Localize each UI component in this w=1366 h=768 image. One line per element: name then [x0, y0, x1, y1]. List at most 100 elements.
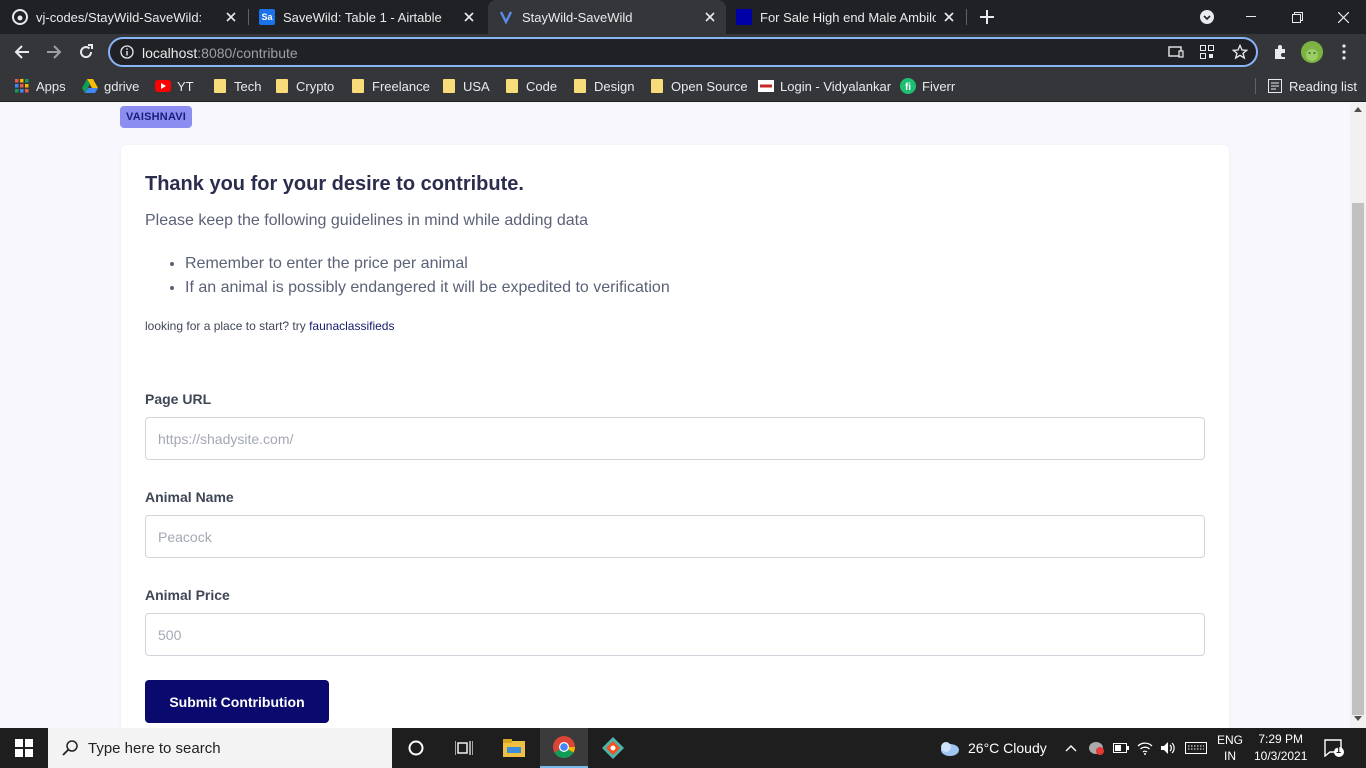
- user-badge[interactable]: VAISHNAVI: [120, 106, 193, 128]
- back-icon[interactable]: [8, 38, 36, 66]
- battery-icon[interactable]: [1113, 728, 1129, 768]
- bookmarks-bar: Apps gdrive YT Tech Crypto Freelance USA…: [0, 70, 1366, 102]
- tab-strip: vj-codes/StayWild-SaveWild: My Sa SaveWi…: [0, 0, 1366, 34]
- tab-search-icon[interactable]: [1193, 3, 1221, 31]
- address-bar[interactable]: localhost:8080/contribute: [108, 37, 1258, 67]
- windows-start-icon[interactable]: [0, 728, 48, 768]
- restore-icon[interactable]: [1274, 0, 1320, 34]
- folder-icon: [276, 79, 288, 93]
- page-url-input[interactable]: [145, 417, 1205, 460]
- keyboard-icon[interactable]: [1185, 728, 1207, 768]
- close-tab-icon[interactable]: [223, 9, 239, 25]
- hint-text: looking for a place to start? try: [145, 319, 310, 333]
- google-drive-icon: [82, 78, 98, 94]
- tab-staywild[interactable]: StayWild-SaveWild: [488, 0, 726, 34]
- bookmark-usa[interactable]: USA: [441, 76, 490, 96]
- close-window-icon[interactable]: [1320, 0, 1366, 34]
- qr-code-icon[interactable]: [1200, 45, 1214, 59]
- language-indicator[interactable]: ENG IN: [1217, 728, 1243, 768]
- page-title: Thank you for your desire to contribute.: [145, 173, 524, 195]
- clock-date: 10/3/2021: [1254, 749, 1308, 763]
- bookmark-tech[interactable]: Tech: [212, 76, 261, 96]
- new-tab-icon[interactable]: [973, 3, 1001, 31]
- apps-grid-icon: [14, 78, 30, 94]
- bookmark-yt[interactable]: YT: [155, 76, 194, 96]
- tab-title: For Sale High end Male Ambilobe: [760, 9, 936, 25]
- taskbar: Type here to search 26°C Cloudy ENG IN 7…: [0, 728, 1366, 768]
- url-host: localhost: [142, 45, 198, 61]
- faunaclassifieds-link[interactable]: faunaclassifieds: [309, 319, 394, 333]
- profile-avatar[interactable]: [1298, 38, 1326, 66]
- animal-name-input[interactable]: [145, 515, 1205, 558]
- page-icon: [736, 9, 752, 25]
- bookmark-fiverr[interactable]: fi Fiverr: [900, 76, 955, 96]
- bookmark-label: USA: [463, 78, 490, 94]
- scroll-down-icon[interactable]: [1354, 716, 1362, 721]
- star-icon[interactable]: [1232, 44, 1248, 60]
- guidelines-list: Remember to enter the price per animal I…: [185, 252, 670, 300]
- tab-for-sale[interactable]: For Sale High end Male Ambilobe: [730, 0, 965, 34]
- scroll-up-icon[interactable]: [1354, 107, 1362, 112]
- close-tab-icon[interactable]: [461, 9, 477, 25]
- reading-list[interactable]: Reading list: [1267, 76, 1357, 96]
- svg-text:fi: fi: [905, 82, 911, 93]
- reload-icon[interactable]: [72, 38, 100, 66]
- bookmark-label: Code: [526, 78, 558, 94]
- clock-time: 7:29 PM: [1258, 732, 1304, 746]
- close-tab-icon[interactable]: [702, 9, 718, 25]
- file-explorer-icon[interactable]: [490, 728, 538, 768]
- close-tab-icon[interactable]: [941, 9, 957, 25]
- chrome-taskbar-icon[interactable]: [540, 728, 588, 768]
- taskbar-search[interactable]: Type here to search: [48, 728, 392, 768]
- extensions-icon[interactable]: [1266, 38, 1294, 66]
- animal-price-input[interactable]: [145, 613, 1205, 656]
- bookmark-label: gdrive: [104, 78, 140, 94]
- bookmark-design[interactable]: Design: [572, 76, 634, 96]
- page-scrollbar[interactable]: [1350, 103, 1366, 728]
- tab-github[interactable]: vj-codes/StayWild-SaveWild: My: [12, 0, 247, 34]
- page-viewport: VAISHNAVI Thank you for your desire to c…: [0, 103, 1350, 728]
- clock[interactable]: 7:29 PM 10/3/2021: [1254, 728, 1307, 768]
- bookmark-code[interactable]: Code: [504, 76, 557, 96]
- tab-airtable[interactable]: Sa SaveWild: Table 1 - Airtable: [251, 0, 485, 34]
- bookmark-freelance[interactable]: Freelance: [350, 76, 430, 96]
- page-url-label: Page URL: [145, 391, 212, 407]
- minimize-icon[interactable]: [1228, 0, 1274, 34]
- animal-price-label: Animal Price: [145, 587, 230, 603]
- menu-icon[interactable]: [1330, 38, 1358, 66]
- scrollbar-thumb[interactable]: [1352, 203, 1364, 715]
- contribute-card: Thank you for your desire to contribute.…: [121, 145, 1229, 728]
- bookmark-label: Login - Vidyalankar: [780, 78, 892, 94]
- cortana-icon[interactable]: [392, 728, 440, 768]
- submit-contribution-button[interactable]: Submit Contribution: [145, 680, 329, 723]
- folder-icon: [443, 79, 455, 93]
- cloud-icon: [938, 740, 960, 756]
- site-info-icon[interactable]: [120, 45, 134, 59]
- bookmark-gdrive[interactable]: gdrive: [82, 76, 139, 96]
- git-icon[interactable]: [589, 728, 637, 768]
- tab-title: StayWild-SaveWild: [522, 9, 633, 25]
- cast-icon[interactable]: [1168, 45, 1184, 59]
- search-placeholder: Type here to search: [88, 739, 221, 757]
- folder-icon: [574, 79, 586, 93]
- weather-widget[interactable]: 26°C Cloudy: [938, 728, 1047, 768]
- reading-list-label: Reading list: [1289, 78, 1357, 94]
- bookmark-login-vidyalankar[interactable]: Login - Vidyalankar: [758, 76, 891, 96]
- fiverr-icon: fi: [900, 78, 916, 94]
- folder-icon: [352, 79, 364, 93]
- meet-now-icon[interactable]: [1088, 728, 1104, 768]
- wifi-icon[interactable]: [1137, 728, 1153, 768]
- bookmark-label: Open Source: [671, 78, 748, 94]
- notification-icon[interactable]: 1: [1324, 728, 1344, 768]
- bookmark-label: Apps: [36, 78, 66, 94]
- bookmark-crypto[interactable]: Crypto: [274, 76, 334, 96]
- volume-icon[interactable]: [1160, 728, 1176, 768]
- bookmark-apps[interactable]: Apps: [14, 76, 66, 96]
- tab-title: vj-codes/StayWild-SaveWild: My: [36, 9, 206, 25]
- bookmark-label: Crypto: [296, 78, 335, 94]
- bookmark-open-source[interactable]: Open Source: [649, 76, 748, 96]
- task-view-icon[interactable]: [440, 728, 488, 768]
- forward-icon[interactable]: [40, 38, 68, 66]
- tray-overflow-icon[interactable]: [1065, 728, 1077, 768]
- bookmark-label: Tech: [234, 78, 262, 94]
